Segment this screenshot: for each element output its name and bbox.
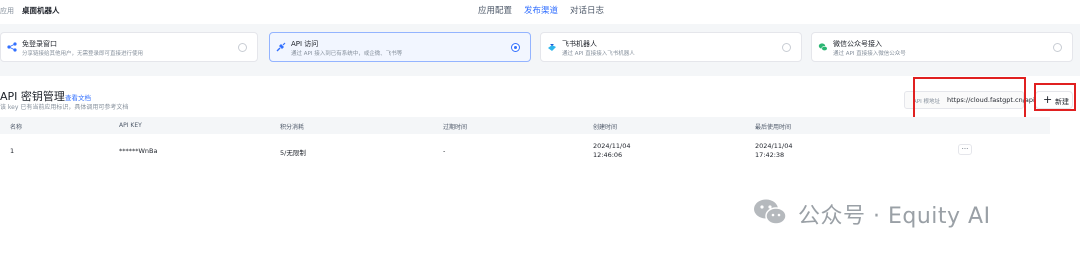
column-header: 过期时间 <box>443 124 468 131</box>
column-header: 名称 <box>10 124 23 131</box>
more-actions-button[interactable]: ··· <box>958 144 972 155</box>
cell-last-used-time: 17:42:38 <box>755 151 785 159</box>
cell-expire: - <box>443 147 446 155</box>
column-header: 创建时间 <box>593 124 618 131</box>
watermark-text: 公众号 · Equity AI <box>798 204 991 229</box>
cell-name: 1 <box>10 147 15 155</box>
channel-desc: 分享链接给其他用户，无需登录即可直接进行使用 <box>22 51 144 57</box>
feishu-icon <box>547 42 557 52</box>
section-description: 该 key 已有当前应用标识，具体调用可参考文档 <box>0 104 129 111</box>
share-icon <box>7 42 17 52</box>
channel-radio[interactable] <box>1053 43 1062 52</box>
wechat-icon <box>818 42 828 52</box>
api-base-url-box[interactable]: API 根地址 https://cloud.fastgpt.cn/api <box>904 91 1035 109</box>
channel-radio[interactable] <box>238 43 247 52</box>
channel-desc: 通过 API 直接接入微信公众号 <box>833 51 906 57</box>
watermark: 公众号 · Equity AI <box>752 195 1062 229</box>
cell-api-key: ******WnBa <box>119 147 158 155</box>
base-url-label: API 根地址 <box>913 99 940 105</box>
top-tabs: 应用配置 发布渠道 对话日志 <box>478 4 604 18</box>
column-header: 最后使用时间 <box>755 124 792 131</box>
channel-card-wechat[interactable]: 微信公众号接入 通过 API 直接接入微信公众号 <box>811 32 1073 62</box>
channel-radio[interactable] <box>511 43 520 52</box>
channel-desc: 通过 API 接入到已有系统中，或企微、飞书等 <box>291 51 403 57</box>
tab-app-config[interactable]: 应用配置 <box>478 4 512 18</box>
view-docs-link[interactable]: 查看文档 <box>65 92 91 102</box>
app-name: 桌面机器人 <box>22 6 60 15</box>
channel-title: 微信公众号接入 <box>833 40 882 48</box>
tab-chat-logs[interactable]: 对话日志 <box>570 4 604 18</box>
channel-title: 免登录窗口 <box>22 40 57 48</box>
channel-card-share[interactable]: 免登录窗口 分享链接给其他用户，无需登录即可直接进行使用 <box>0 32 258 62</box>
new-key-button[interactable]: + 新建 <box>1035 91 1073 109</box>
channel-title: API 访问 <box>291 40 319 48</box>
base-url-value: https://cloud.fastgpt.cn/api <box>947 96 1035 104</box>
top-bar: 应用 桌面机器人 应用配置 发布渠道 对话日志 <box>0 0 1080 24</box>
cell-created-time: 12:46:06 <box>593 151 623 159</box>
api-icon <box>276 42 286 52</box>
channel-desc: 通过 API 直接接入飞书机器人 <box>562 51 635 57</box>
new-button-label: 新建 <box>1055 98 1069 106</box>
column-header: 积分消耗 <box>280 124 305 131</box>
table-header: 名称 API KEY 积分消耗 过期时间 创建时间 最后使用时间 <box>0 117 1050 134</box>
column-header: API KEY <box>119 122 142 129</box>
cell-last-used-date: 2024/11/04 <box>755 142 793 150</box>
channel-card-api[interactable]: API 访问 通过 API 接入到已有系统中，或企微、飞书等 <box>269 32 531 62</box>
channel-card-feishu[interactable]: 飞书机器人 通过 API 直接接入飞书机器人 <box>540 32 802 62</box>
cell-created-date: 2024/11/04 <box>593 142 631 150</box>
wechat-logo-icon <box>752 197 788 227</box>
cell-points: 5/无限制 <box>280 149 306 157</box>
channel-radio[interactable] <box>782 43 791 52</box>
tab-publish-channel[interactable]: 发布渠道 <box>524 4 558 18</box>
channel-title: 飞书机器人 <box>562 40 597 48</box>
plus-icon: + <box>1043 93 1053 106</box>
breadcrumb-app-label: 应用 <box>0 7 14 15</box>
